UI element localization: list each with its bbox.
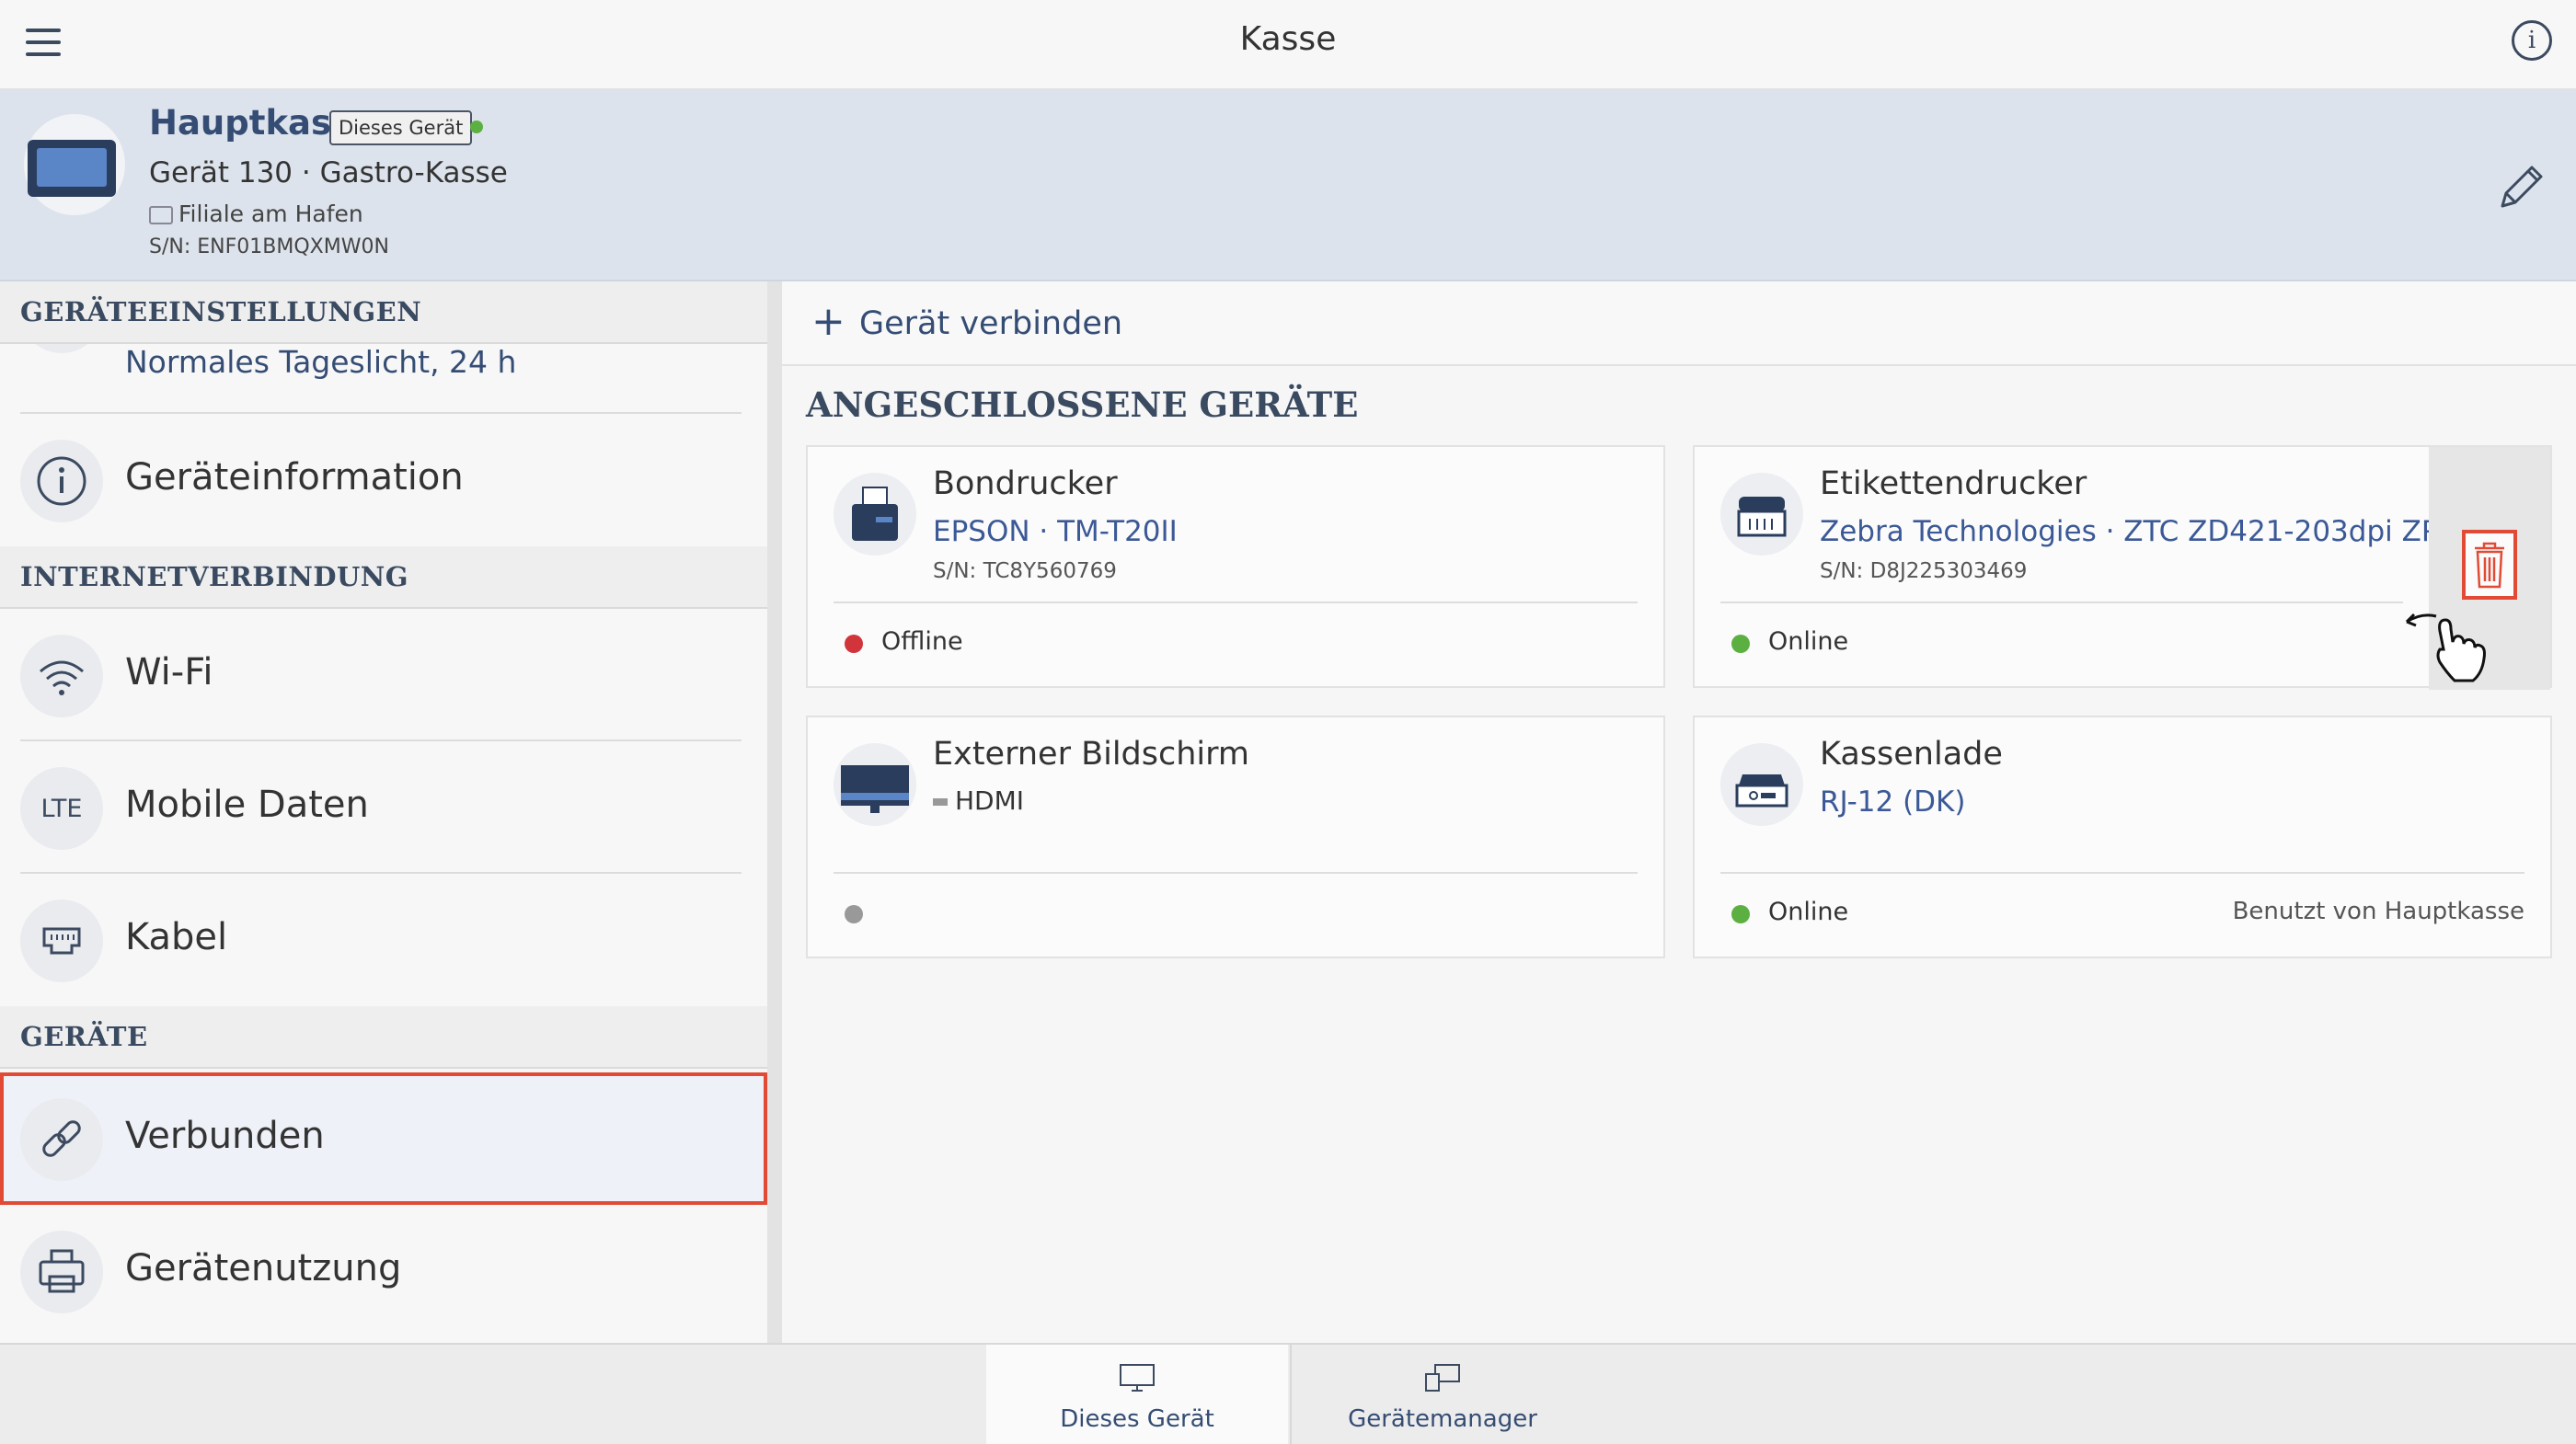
device-card-subtitle-text: HDMI (955, 785, 1025, 816)
tab-this-device[interactable]: Dieses Gerät (986, 1345, 1288, 1444)
connected-devices-title: ANGESCHLOSSENE GERÄTE (806, 384, 1359, 425)
sidebar-item-device-info[interactable]: Geräteinformation (0, 414, 767, 546)
cash-drawer-icon (1720, 743, 1803, 826)
hdmi-port-icon (933, 798, 948, 806)
device-card-external-display[interactable]: Externer Bildschirm HDMI (806, 716, 1665, 958)
section-header-device-settings: GERÄTEEINSTELLUNGEN (0, 281, 767, 344)
tab-label: Dieses Gerät (1060, 1405, 1214, 1433)
store-icon (149, 206, 173, 224)
monitor-icon (834, 743, 916, 826)
connect-device-label: Gerät verbinden (859, 305, 1123, 342)
status-dot-online (1731, 905, 1750, 923)
device-header: Hauptkasse Dieses Gerät Gerät 130 · Gast… (0, 90, 2576, 281)
bottom-tab-bar: Dieses Gerät Gerätemanager (0, 1343, 2576, 1444)
this-device-badge: Dieses Gerät (329, 110, 473, 145)
plus-icon: + (811, 298, 845, 345)
settings-sidebar[interactable]: Normales Tageslicht, 24 h GERÄTEEINSTELL… (0, 281, 782, 1343)
lte-icon-text: LTE (40, 795, 83, 823)
device-card-receipt-printer[interactable]: Bondrucker EPSON · TM-T20II S/N: TC8Y560… (806, 445, 1665, 688)
main-content: + Gerät verbinden ANGESCHLOSSENE GERÄTE … (782, 281, 2576, 1343)
device-card-status: Offline (881, 627, 963, 656)
device-avatar (24, 114, 125, 215)
trash-icon[interactable] (2462, 530, 2517, 600)
receipt-printer-icon (834, 473, 916, 556)
device-card-subtitle: EPSON · TM-T20II (933, 515, 1178, 548)
device-card-status: Online (1768, 898, 1849, 926)
device-card-title: Kassenlade (1820, 736, 2003, 773)
sidebar-item-device-usage[interactable]: Gerätenutzung (0, 1205, 767, 1337)
sidebar-item-label: Mobile Daten (125, 784, 369, 826)
app-title: Kasse (1239, 20, 1337, 58)
device-card-serial: S/N: TC8Y560769 (933, 559, 1117, 583)
divider (834, 602, 1638, 603)
device-card-serial: S/N: D8J225303469 (1820, 559, 2028, 583)
printer-icon (20, 1231, 103, 1313)
section-title: INTERNETVERBINDUNG (20, 561, 409, 592)
device-card-cash-drawer[interactable]: Kassenlade RJ-12 (DK) Online Benutzt von… (1693, 716, 2552, 958)
device-serial: S/N: ENF01BMQXMW0N (149, 235, 389, 258)
sidebar-item-cable[interactable]: Kabel (0, 874, 767, 1006)
sidebar-item-wifi[interactable]: Wi-Fi (0, 609, 767, 741)
sidebar-item-label: Geräteinformation (125, 456, 464, 499)
sidebar-item-connected[interactable]: Verbunden (0, 1072, 767, 1205)
ethernet-icon (20, 900, 103, 982)
status-dot-offline (845, 635, 863, 653)
divider (834, 872, 1638, 874)
sidebar-item-label: Kabel (125, 916, 228, 958)
device-card-title: Bondrucker (933, 465, 1118, 502)
wifi-icon (20, 635, 103, 717)
lte-icon: LTE (20, 767, 103, 850)
devices-icon (1425, 1364, 1460, 1392)
device-card-title: Externer Bildschirm (933, 736, 1250, 773)
label-printer-icon (1720, 473, 1803, 556)
sidebar-item-label: Wi-Fi (125, 651, 213, 693)
swipe-gesture-icon (2405, 613, 2486, 682)
sidebar-item-label: Gerätenutzung (125, 1247, 402, 1289)
divider (1720, 872, 2524, 874)
info-circle-icon (20, 440, 103, 522)
device-location: Filiale am Hafen (149, 201, 363, 227)
device-card-status: Online (1768, 627, 1849, 656)
sidebar-item-display-value: Normales Tageslicht, 24 h (125, 344, 517, 380)
pencil-edit-icon[interactable] (2493, 160, 2548, 215)
link-icon (20, 1098, 103, 1181)
section-header-devices: GERÄTE (0, 1006, 767, 1069)
monitor-icon (1120, 1364, 1155, 1392)
device-card-subtitle: Zebra Technologies · ZTC ZD421-203dpi ZP… (1820, 515, 2455, 548)
device-card-label-printer[interactable]: Etikettendrucker Zebra Technologies · ZT… (1693, 445, 2552, 690)
connect-device-button[interactable]: + Gerät verbinden (782, 281, 2576, 366)
device-card-used-by: Benutzt von Hauptkasse (2232, 898, 2524, 925)
section-title: GERÄTE (20, 1021, 148, 1052)
tab-label: Gerätemanager (1348, 1405, 1537, 1433)
sidebar-item-mobile-data[interactable]: LTE Mobile Daten (0, 741, 767, 874)
status-dot-unknown (845, 905, 863, 923)
top-bar: Kasse i (0, 0, 2576, 90)
status-dot-online (1731, 635, 1750, 653)
info-icon[interactable]: i (2512, 20, 2552, 61)
section-header-internet: INTERNETVERBINDUNG (0, 546, 767, 609)
device-card-title: Etikettendrucker (1820, 465, 2087, 502)
tab-device-manager[interactable]: Gerätemanager (1290, 1345, 1593, 1444)
device-card-subtitle: RJ-12 (DK) (1820, 785, 1966, 819)
pos-terminal-icon (28, 140, 116, 197)
section-title: GERÄTEEINSTELLUNGEN (20, 296, 422, 327)
sidebar-item-label: Verbunden (125, 1115, 325, 1157)
device-location-text: Filiale am Hafen (178, 201, 363, 227)
device-status-dot (470, 120, 483, 133)
device-subtitle: Gerät 130 · Gastro-Kasse (149, 156, 508, 189)
divider (1720, 602, 2403, 603)
device-card-subtitle: HDMI (933, 785, 1024, 816)
